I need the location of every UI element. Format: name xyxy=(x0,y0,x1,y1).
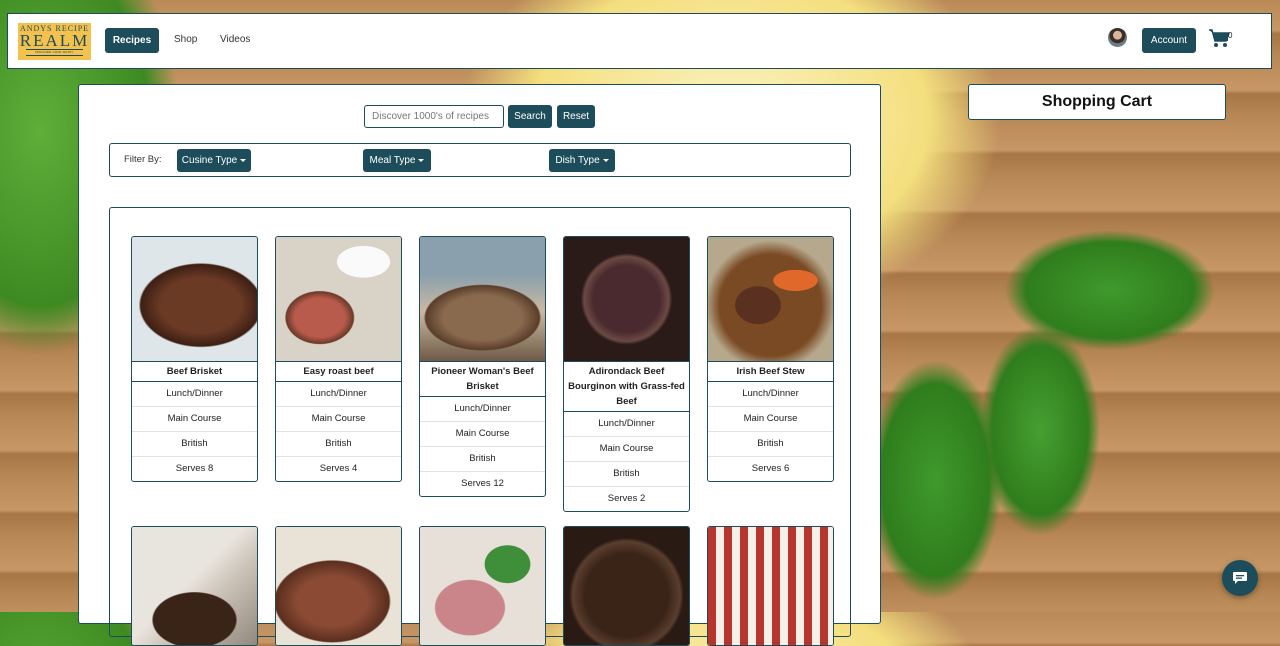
recipe-serves: Serves 2 xyxy=(607,493,646,504)
recipe-title: Irish Beef Stew xyxy=(708,362,833,382)
meal-type-dropdown[interactable]: Meal Type xyxy=(363,149,431,172)
chat-button[interactable] xyxy=(1222,560,1258,596)
recipe-grid: Beef Brisket Lunch/Dinner Main Course Br… xyxy=(109,207,851,646)
nav-recipes-button[interactable]: Recipes xyxy=(105,28,159,53)
recipe-card[interactable] xyxy=(707,526,834,646)
search-button[interactable]: Search xyxy=(508,105,552,128)
recipe-card[interactable]: Adirondack Beef Bourginon with Grass-fed… xyxy=(563,236,690,512)
recipe-serves: Serves 4 xyxy=(319,463,358,474)
shopping-cart-title: Shopping Cart xyxy=(1041,93,1153,110)
dish-type-label: Dish Type xyxy=(555,155,600,166)
meal-type-label: Meal Type xyxy=(369,155,416,166)
recipe-image xyxy=(420,527,545,645)
logo-line-2: REALM xyxy=(19,31,90,50)
recipe-title: Pioneer Woman's Beef Brisket xyxy=(420,362,545,397)
recipe-image xyxy=(708,237,833,362)
recipe-card[interactable]: Beef Brisket Lunch/Dinner Main Course Br… xyxy=(131,236,258,482)
shopping-cart-icon[interactable] xyxy=(1208,28,1230,48)
filter-bar: Filter By: Cusine Type Meal Type Dish Ty… xyxy=(109,143,851,177)
dish-type-dropdown[interactable]: Dish Type xyxy=(549,149,615,172)
top-navbar: ANDYS RECIPE REALM DISCOVER. COOK. ENJOY… xyxy=(7,13,1272,69)
filter-label: Filter By: xyxy=(124,154,162,165)
recipe-meal-type: Lunch/Dinner xyxy=(276,382,401,407)
recipe-cuisine: British xyxy=(132,432,257,457)
recipe-image xyxy=(276,237,401,362)
recipe-cuisine: British xyxy=(276,432,401,457)
site-logo[interactable]: ANDYS RECIPE REALM DISCOVER. COOK. ENJOY… xyxy=(18,23,91,60)
shopping-cart-panel: Shopping Cart xyxy=(968,84,1226,120)
recipe-dish-type: Main Course xyxy=(708,407,833,432)
recipe-dish-type: Main Course xyxy=(420,422,545,447)
recipe-image xyxy=(708,527,833,645)
account-button[interactable]: Account xyxy=(1142,28,1196,53)
recipe-card[interactable]: Pioneer Woman's Beef Brisket Lunch/Dinne… xyxy=(419,236,546,497)
chat-bubble-icon xyxy=(1233,572,1247,584)
recipe-image xyxy=(132,527,257,645)
recipes-panel: Search Reset Filter By: Cusine Type Meal… xyxy=(78,84,881,646)
chevron-down-icon xyxy=(240,158,247,162)
nav-shop-link[interactable]: Shop xyxy=(174,34,197,45)
recipe-serves: Serves 12 xyxy=(461,478,504,489)
recipe-meal-type: Lunch/Dinner xyxy=(708,382,833,407)
recipe-serves: Serves 8 xyxy=(175,463,214,474)
recipe-cuisine: British xyxy=(564,462,689,487)
recipe-dish-type: Main Course xyxy=(564,437,689,462)
recipe-image xyxy=(276,527,401,645)
recipe-dish-type: Main Course xyxy=(132,407,257,432)
chevron-down-icon xyxy=(602,158,609,162)
recipe-cuisine: British xyxy=(420,447,545,472)
recipe-meal-type: Lunch/Dinner xyxy=(564,412,689,437)
recipe-image xyxy=(564,527,689,645)
recipe-cuisine: British xyxy=(708,432,833,457)
nav-videos-link[interactable]: Videos xyxy=(220,34,250,45)
user-avatar[interactable] xyxy=(1108,28,1127,47)
recipe-card[interactable] xyxy=(419,526,546,646)
recipe-card[interactable] xyxy=(275,526,402,646)
recipe-meal-type: Lunch/Dinner xyxy=(132,382,257,407)
recipe-image xyxy=(564,237,689,362)
recipe-search-input[interactable] xyxy=(364,105,504,128)
recipe-card[interactable] xyxy=(563,526,690,646)
recipe-card[interactable]: Irish Beef Stew Lunch/Dinner Main Course… xyxy=(707,236,834,482)
recipe-title: Adirondack Beef Bourginon with Grass-fed… xyxy=(564,362,689,412)
recipe-serves: Serves 6 xyxy=(751,463,790,474)
recipe-image xyxy=(132,237,257,362)
cart-count-badge: 0 xyxy=(1228,31,1233,40)
cuisine-type-label: Cusine Type xyxy=(181,155,238,166)
recipe-image xyxy=(420,237,545,362)
recipe-meal-type: Lunch/Dinner xyxy=(420,397,545,422)
recipe-dish-type: Main Course xyxy=(276,407,401,432)
recipe-card[interactable] xyxy=(131,526,258,646)
recipe-card[interactable]: Easy roast beef Lunch/Dinner Main Course… xyxy=(275,236,402,482)
cuisine-type-dropdown[interactable]: Cusine Type xyxy=(177,149,251,172)
recipe-title: Beef Brisket xyxy=(132,362,257,382)
recipe-title: Easy roast beef xyxy=(276,362,401,382)
reset-button[interactable]: Reset xyxy=(557,105,595,128)
chevron-down-icon xyxy=(418,158,425,162)
